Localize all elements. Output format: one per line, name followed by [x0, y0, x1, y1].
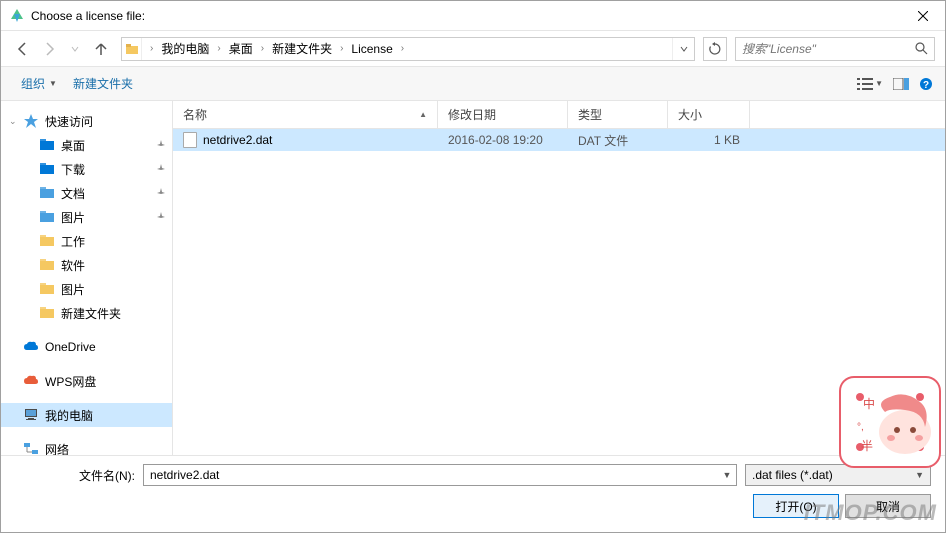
file-date: 2016-02-08 19:20 — [438, 133, 568, 147]
search-input[interactable] — [736, 42, 908, 56]
file-list[interactable]: netdrive2.dat 2016-02-08 19:20 DAT 文件 1 … — [173, 129, 945, 455]
sidebar-item-label: 工作 — [61, 233, 85, 250]
organize-menu[interactable]: 组织 ▼ — [13, 71, 65, 96]
sidebar-label: WPS网盘 — [45, 373, 96, 390]
sidebar-item[interactable]: 工作 — [1, 229, 172, 253]
sidebar-item[interactable]: 下载 — [1, 157, 172, 181]
file-icon — [183, 132, 197, 148]
sidebar-item-label: 图片 — [61, 209, 85, 226]
cancel-button[interactable]: 取消 — [845, 494, 931, 518]
sidebar-network[interactable]: 网络 — [1, 437, 172, 455]
breadcrumb-item[interactable]: 桌面 — [225, 40, 257, 57]
cloud-icon — [23, 339, 39, 355]
sidebar-item[interactable]: 文档 — [1, 181, 172, 205]
sidebar-wps[interactable]: WPS网盘 — [1, 369, 172, 393]
file-row[interactable]: netdrive2.dat 2016-02-08 19:20 DAT 文件 1 … — [173, 129, 945, 151]
breadcrumb-item[interactable]: License — [347, 42, 396, 56]
chevron-down-icon[interactable]: ▼ — [718, 470, 736, 480]
sidebar: ⌄ 快速访问 桌面下载文档图片工作软件图片新建文件夹 OneDrive WPS网… — [1, 101, 173, 455]
refresh-button[interactable] — [703, 37, 727, 61]
sidebar-item-label: 新建文件夹 — [61, 305, 121, 322]
open-button[interactable]: 打开(O) — [753, 494, 839, 518]
network-icon — [23, 441, 39, 455]
sidebar-item[interactable]: 图片 — [1, 205, 172, 229]
filename-input[interactable] — [144, 468, 718, 482]
folder-icon — [39, 257, 55, 273]
sidebar-item[interactable]: 图片 — [1, 277, 172, 301]
cloud-icon — [23, 373, 39, 389]
app-icon — [9, 8, 25, 24]
organize-label: 组织 — [21, 75, 45, 92]
file-size: 1 KB — [668, 133, 750, 147]
folder-icon — [39, 305, 55, 321]
window-title: Choose a license file: — [31, 9, 900, 23]
sort-asc-icon: ▲ — [419, 110, 427, 119]
sidebar-item[interactable]: 软件 — [1, 253, 172, 277]
sidebar-item-label: 软件 — [61, 257, 85, 274]
folder-icon — [39, 209, 55, 225]
sidebar-this-pc[interactable]: 我的电脑 — [1, 403, 172, 427]
help-button[interactable]: ? — [919, 77, 933, 91]
folder-icon — [39, 137, 55, 153]
search-icon[interactable] — [908, 42, 934, 55]
folder-icon — [39, 161, 55, 177]
breadcrumb-item[interactable]: 我的电脑 — [157, 40, 213, 57]
file-type-filter[interactable]: .dat files (*.dat) ▼ — [745, 464, 931, 486]
back-button[interactable] — [11, 37, 35, 61]
breadcrumb-separator-icon: › — [213, 43, 224, 54]
breadcrumb-separator-icon: › — [336, 43, 347, 54]
star-icon — [23, 113, 39, 129]
up-button[interactable] — [89, 37, 113, 61]
sidebar-item-label: 图片 — [61, 281, 85, 298]
sidebar-item[interactable]: 新建文件夹 — [1, 301, 172, 325]
folder-icon — [39, 185, 55, 201]
pin-icon — [156, 212, 166, 222]
breadcrumb-separator-icon: › — [146, 43, 157, 54]
chevron-down-icon: ▼ — [49, 79, 57, 88]
location-folder-icon[interactable] — [122, 38, 142, 60]
breadcrumb[interactable]: ›我的电脑›桌面›新建文件夹›License› — [142, 38, 672, 60]
chevron-down-icon: ▼ — [915, 470, 924, 480]
chevron-down-icon: ▼ — [875, 79, 883, 88]
sidebar-item-label: 桌面 — [61, 137, 85, 154]
folder-icon — [39, 281, 55, 297]
pin-icon — [156, 140, 166, 150]
pin-icon — [156, 164, 166, 174]
sidebar-onedrive[interactable]: OneDrive — [1, 335, 172, 359]
pc-icon — [23, 407, 39, 423]
breadcrumb-item[interactable]: 新建文件夹 — [268, 40, 336, 57]
breadcrumb-separator-icon: › — [257, 43, 268, 54]
breadcrumb-separator-icon: › — [397, 43, 408, 54]
new-folder-label: 新建文件夹 — [73, 75, 133, 92]
breadcrumb-dropdown[interactable] — [672, 38, 694, 60]
filter-label: .dat files (*.dat) — [752, 468, 833, 482]
column-header-date[interactable]: 修改日期 — [438, 101, 568, 128]
recent-dropdown[interactable] — [63, 37, 87, 61]
close-button[interactable] — [900, 1, 945, 31]
sidebar-label: OneDrive — [45, 340, 96, 354]
preview-pane-button[interactable] — [893, 78, 909, 90]
svg-text:?: ? — [923, 80, 929, 91]
sidebar-item-label: 下载 — [61, 161, 85, 178]
column-header-size[interactable]: 大小 — [668, 101, 750, 128]
column-header-name[interactable]: 名称 ▲ — [173, 101, 438, 128]
chevron-down-icon: ⌄ — [9, 116, 17, 127]
sidebar-item[interactable]: 桌面 — [1, 133, 172, 157]
sidebar-label: 网络 — [45, 441, 69, 456]
new-folder-button[interactable]: 新建文件夹 — [65, 71, 141, 96]
sidebar-label: 我的电脑 — [45, 407, 93, 424]
filename-label: 文件名(N): — [15, 467, 135, 484]
forward-button[interactable] — [37, 37, 61, 61]
sidebar-label: 快速访问 — [45, 113, 93, 130]
folder-icon — [39, 233, 55, 249]
file-type: DAT 文件 — [568, 132, 668, 149]
view-options-button[interactable]: ▼ — [857, 77, 883, 91]
sidebar-quick-access[interactable]: ⌄ 快速访问 — [1, 109, 172, 133]
pin-icon — [156, 188, 166, 198]
column-header-type[interactable]: 类型 — [568, 101, 668, 128]
file-name: netdrive2.dat — [203, 133, 272, 147]
sidebar-item-label: 文档 — [61, 185, 85, 202]
